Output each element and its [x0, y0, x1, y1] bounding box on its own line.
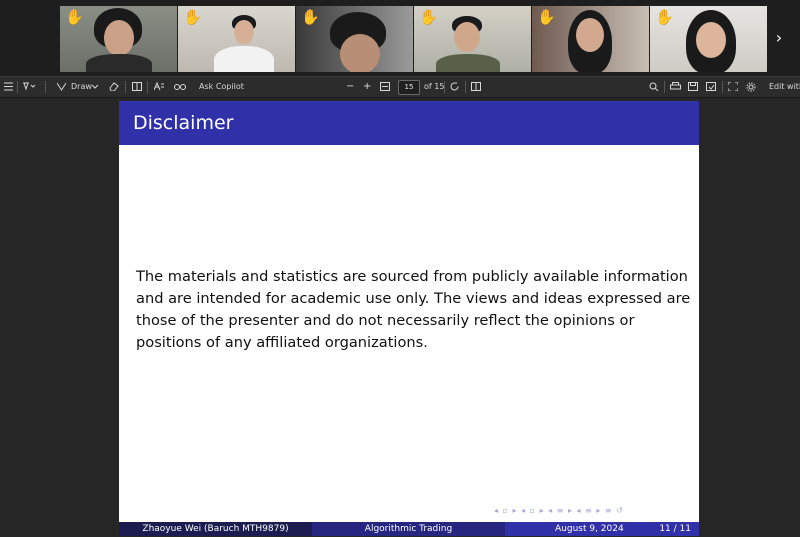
- edit-with-button[interactable]: Edit with A: [769, 77, 800, 97]
- fit-page-icon[interactable]: [380, 77, 390, 97]
- pdf-toolbar: Draw Ask Copilot − + 15 of 15 Edit wit: [0, 76, 800, 98]
- raised-hand-icon: ✋: [301, 8, 320, 26]
- raised-hand-icon: ✋: [183, 8, 202, 26]
- beamer-navigation-icons[interactable]: ◂ ▫ ▸ ◂ ▫ ▸ ◂ ≡ ▸ ◂ ≡ ▸ ≡ ↺: [494, 506, 624, 515]
- participant-tile-2[interactable]: ✋: [178, 6, 295, 72]
- fullscreen-icon[interactable]: [728, 77, 738, 97]
- next-participants-icon[interactable]: ›: [770, 28, 788, 48]
- page-total: of 15: [424, 82, 445, 91]
- footer-page-number: 11 / 11: [659, 524, 691, 534]
- participant-tile-3[interactable]: ✋: [296, 6, 413, 72]
- slide-body-text: The materials and statistics are sourced…: [136, 268, 691, 351]
- footer-date: August 9, 2024: [555, 524, 624, 534]
- footer-date-page: August 9, 2024 11 / 11: [505, 522, 699, 536]
- page-view-icon[interactable]: [132, 77, 142, 97]
- slide-page: Disclaimer The materials and statistics …: [119, 101, 699, 536]
- draw-icon[interactable]: [57, 77, 66, 97]
- rotate-icon[interactable]: [450, 77, 460, 97]
- zoom-in-button[interactable]: +: [363, 77, 371, 97]
- contents-icon[interactable]: [4, 77, 13, 97]
- two-page-icon[interactable]: [471, 77, 481, 97]
- page-number-input[interactable]: 15: [398, 80, 420, 95]
- translate-icon[interactable]: [174, 77, 186, 97]
- raised-hand-icon: ✋: [537, 8, 556, 26]
- raised-hand-icon: ✋: [655, 8, 674, 26]
- slide-footer: Zhaoyue Wei (Baruch MTH9879) Algorithmic…: [119, 522, 699, 536]
- raised-hand-icon: ✋: [419, 8, 438, 26]
- print-icon[interactable]: [670, 77, 681, 97]
- participant-tile-1[interactable]: ✋: [60, 6, 177, 72]
- draw-button[interactable]: Draw: [71, 77, 92, 97]
- participant-tile-4[interactable]: ✋: [414, 6, 531, 72]
- raised-hand-icon: ✋: [65, 8, 84, 26]
- participant-tile-6[interactable]: ✋: [650, 6, 767, 72]
- read-aloud-icon[interactable]: [154, 77, 164, 97]
- footer-course: Algorithmic Trading: [312, 522, 505, 536]
- slide-header: Disclaimer: [119, 101, 699, 145]
- save-icon[interactable]: [688, 77, 698, 97]
- ask-copilot-button[interactable]: Ask Copilot: [199, 77, 244, 97]
- slide-title: Disclaimer: [133, 112, 234, 134]
- video-strip: ✋ ✋ ✋ ✋ ✋ ✋ ›: [0, 0, 800, 76]
- participant-tile-5[interactable]: ✋: [532, 6, 649, 72]
- footer-author: Zhaoyue Wei (Baruch MTH9879): [119, 522, 312, 536]
- chevron-down-icon[interactable]: [92, 77, 98, 97]
- search-icon[interactable]: [649, 77, 659, 97]
- settings-gear-icon[interactable]: [746, 77, 756, 97]
- eraser-icon[interactable]: [109, 77, 119, 97]
- save-as-icon[interactable]: [706, 77, 716, 97]
- zoom-out-button[interactable]: −: [346, 77, 354, 97]
- highlight-icon[interactable]: [23, 77, 37, 97]
